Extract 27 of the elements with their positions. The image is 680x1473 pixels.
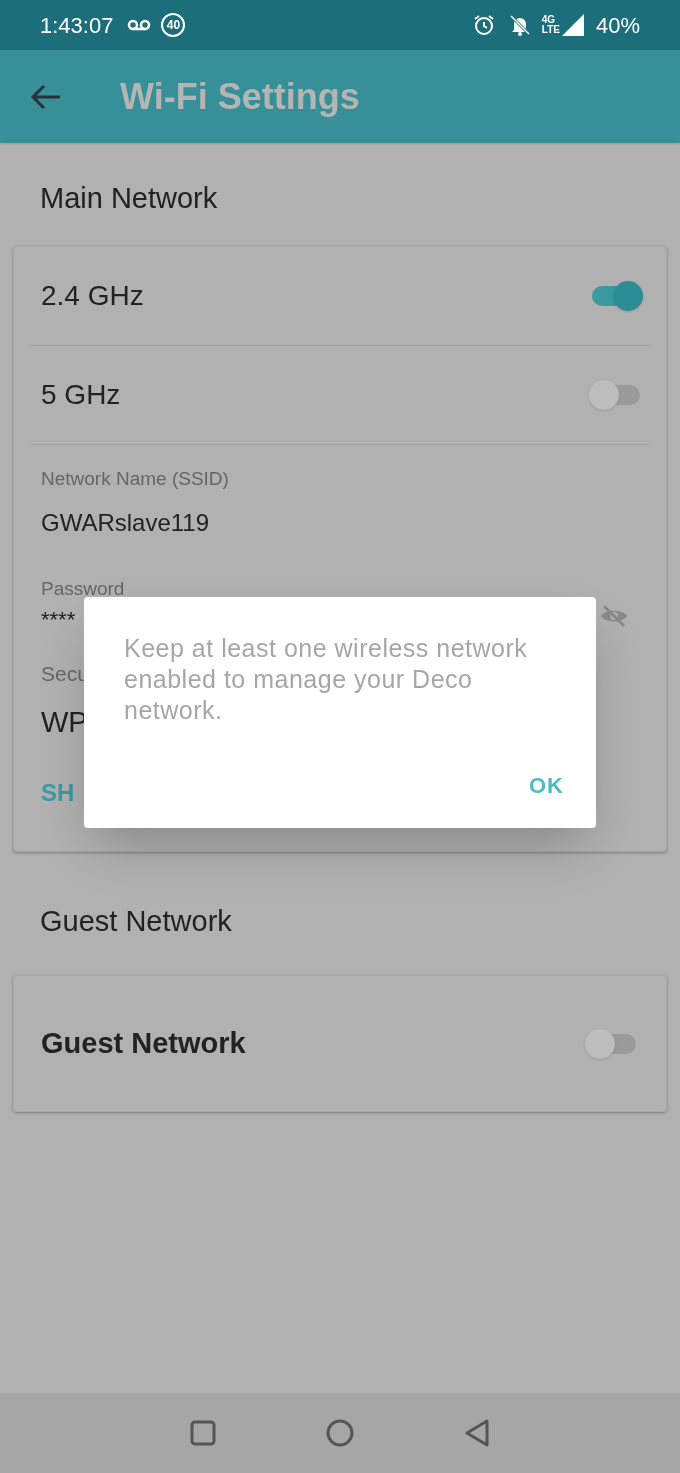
square-icon[interactable] xyxy=(190,1420,216,1446)
page-title: Wi‑Fi Settings xyxy=(120,74,360,119)
voicemail-icon xyxy=(127,18,152,32)
eye-slash-icon[interactable] xyxy=(599,603,629,628)
ok-button[interactable]: OK xyxy=(525,769,568,802)
password-value: **** xyxy=(41,609,77,630)
back-icon[interactable] xyxy=(30,82,62,111)
back-triangle-icon[interactable] xyxy=(464,1419,490,1447)
circle-icon[interactable] xyxy=(326,1419,354,1447)
share-link[interactable]: SH xyxy=(41,774,75,811)
network-type: LTE xyxy=(541,25,560,35)
battery-level: 40% xyxy=(595,11,640,40)
field-label: Password xyxy=(41,577,125,601)
clock-time: 1:43:07 xyxy=(40,11,114,40)
section-title: Guest Network xyxy=(40,903,233,939)
dialog-message: Keep at least one wireless network enabled to manage your Deco network. xyxy=(124,633,529,726)
network-type: 4G xyxy=(541,15,557,25)
data-badge: 40 xyxy=(161,13,186,37)
ssid-value: GWARslave119 xyxy=(41,508,211,538)
signal-icon xyxy=(561,14,584,36)
field-label: Network Name (SSID) xyxy=(41,466,230,491)
band-label: 2.4 GHz xyxy=(41,278,144,313)
muted-bell-icon xyxy=(507,13,532,37)
band-label: 5 GHz xyxy=(41,377,121,412)
security-value: WP xyxy=(41,705,88,740)
section-title: Main Network xyxy=(40,181,219,216)
toggle-label: Guest Network xyxy=(41,1025,246,1061)
